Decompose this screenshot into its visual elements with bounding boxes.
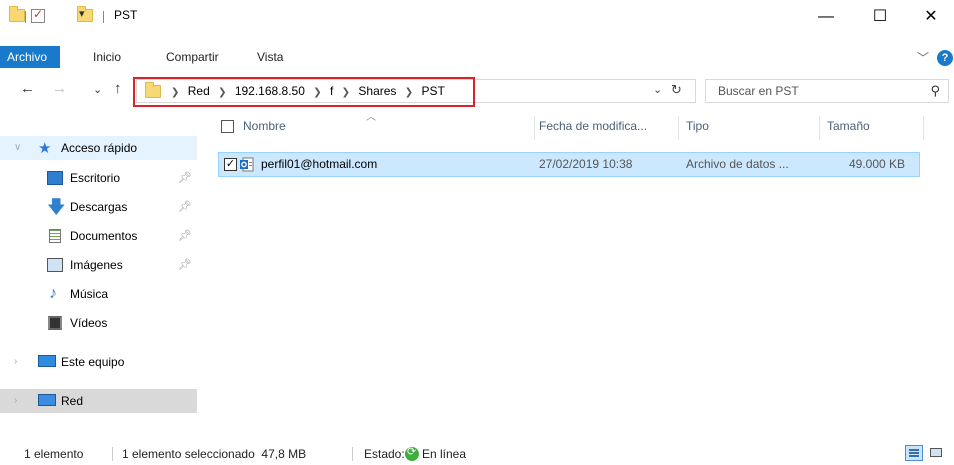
network-icon	[38, 394, 56, 406]
large-icons-view-button[interactable]	[928, 445, 946, 461]
sidebar-item-quick-access[interactable]: ∨ ★ Acceso rápido	[0, 136, 197, 160]
sidebar-label: Descargas	[70, 200, 128, 214]
sidebar-item-red[interactable]: › Red	[0, 389, 197, 413]
file-type: Archivo de datos ...	[686, 157, 789, 171]
file-date: 27/02/2019 10:38	[539, 157, 633, 171]
column-divider[interactable]	[819, 116, 820, 140]
expand-ribbon-icon[interactable]: ﹀	[917, 49, 929, 66]
sidebar-label: Escritorio	[70, 171, 121, 185]
status-label: Estado:	[364, 447, 405, 461]
sidebar-label: Imágenes	[70, 258, 123, 272]
column-type[interactable]: Tipo	[686, 119, 709, 133]
navigation-pane: ∨ ★ Acceso rápido Escritorio 📌︎ 🡇 Descar…	[0, 132, 205, 432]
sidebar-label: Este equipo	[61, 355, 125, 369]
online-status-label: En línea	[422, 447, 467, 461]
separator	[112, 447, 113, 461]
selection-info: 1 elemento seleccionado 47,8 MB	[122, 447, 307, 461]
outlook-data-file-icon	[240, 157, 254, 172]
sidebar-label: Red	[61, 394, 84, 408]
status-bar: 1 elemento 1 elemento seleccionado 47,8 …	[0, 441, 954, 465]
chevron-right-icon[interactable]: ›	[14, 350, 17, 374]
folder-icon	[9, 6, 25, 22]
select-all-checkbox[interactable]	[221, 120, 234, 133]
pin-icon[interactable]: 📌︎	[178, 166, 192, 190]
column-divider[interactable]	[534, 116, 535, 140]
search-box[interactable]: ⚲	[705, 79, 949, 103]
file-size: 49.000 KB	[849, 157, 906, 171]
video-film-icon	[48, 316, 62, 330]
minimize-button[interactable]: —	[803, 6, 849, 28]
column-size[interactable]: Tamaño	[827, 119, 870, 133]
sync-online-icon	[405, 445, 419, 461]
tab-compartir[interactable]: Compartir	[166, 46, 219, 68]
pictures-icon	[47, 258, 63, 272]
recent-locations-chevron-icon[interactable]: ⌄	[93, 83, 102, 96]
sidebar-item-descargas[interactable]: 🡇 Descargas 📌︎	[0, 195, 197, 219]
sidebar-item-imagenes[interactable]: Imágenes 📌︎	[0, 253, 197, 277]
forward-arrow-icon[interactable]: →	[52, 80, 67, 97]
chevron-right-icon[interactable]: ›	[14, 389, 17, 413]
sidebar-item-documentos[interactable]: Documentos 📌︎	[0, 224, 197, 248]
details-view-icon	[909, 449, 919, 457]
music-note-icon: ♪	[49, 285, 57, 302]
sort-up-icon: ︿	[366, 112, 376, 123]
back-arrow-icon[interactable]: ←	[20, 80, 35, 97]
pin-icon[interactable]: 📌︎	[178, 253, 192, 277]
online-status	[405, 445, 419, 461]
table-row[interactable]: ✓ perfil01@hotmail.com 27/02/2019 10:38 …	[218, 152, 920, 177]
file-name: perfil01@hotmail.com	[261, 157, 378, 171]
navigation-bar: ← → ⌄ ↑ ❯ Red ❯ 192.168.8.50 ❯ f ❯ Share…	[0, 76, 954, 107]
ribbon: Archivo Inicio Compartir Vista ﹀ ?	[0, 46, 954, 68]
column-name[interactable]: Nombre	[243, 119, 286, 133]
maximize-button[interactable]: ☐	[857, 6, 903, 28]
row-checkbox[interactable]: ✓	[224, 158, 237, 171]
refresh-icon[interactable]: ↻	[671, 82, 682, 98]
address-highlight-box	[133, 77, 475, 107]
column-date[interactable]: Fecha de modifica...	[539, 119, 647, 133]
close-button[interactable]: ✕	[908, 6, 954, 28]
window-title: PST	[114, 8, 138, 22]
separator	[25, 11, 26, 23]
properties-icon[interactable]	[31, 7, 45, 23]
tab-vista[interactable]: Vista	[257, 46, 283, 68]
computer-icon	[38, 355, 56, 367]
chevron-down-icon[interactable]: ∨	[14, 136, 21, 160]
large-icons-view-icon	[930, 448, 942, 457]
separator	[103, 11, 104, 23]
details-view-button[interactable]	[905, 445, 923, 461]
quick-access-dropdown-icon[interactable]: ▾	[79, 7, 85, 20]
column-divider[interactable]	[678, 116, 679, 140]
separator	[352, 447, 353, 461]
sidebar-label: Música	[70, 287, 109, 301]
sidebar-item-musica[interactable]: ♪ Música	[0, 282, 197, 306]
star-icon: ★	[38, 140, 52, 157]
search-icon[interactable]: ⚲	[930, 83, 940, 99]
search-input[interactable]	[706, 80, 916, 102]
sidebar-item-videos[interactable]: Vídeos	[0, 311, 197, 335]
help-icon[interactable]: ?	[937, 50, 953, 66]
sidebar-item-este-equipo[interactable]: › Este equipo	[0, 350, 197, 374]
sidebar-item-escritorio[interactable]: Escritorio 📌︎	[0, 166, 197, 190]
address-dropdown-icon[interactable]: ⌄	[653, 83, 662, 96]
desktop-icon	[47, 171, 63, 185]
tab-inicio[interactable]: Inicio	[93, 46, 121, 68]
pin-icon[interactable]: 📌︎	[178, 224, 192, 248]
item-count: 1 elemento	[24, 447, 84, 461]
sidebar-label: Acceso rápido	[61, 141, 138, 155]
column-header-row: Nombre ︿ Fecha de modifica... Tipo Tamañ…	[216, 112, 924, 142]
title-bar: ▾ PST — ☐ ✕	[0, 0, 954, 34]
sidebar-label: Vídeos	[70, 316, 108, 330]
documents-icon	[49, 229, 61, 243]
sidebar-label: Documentos	[70, 229, 138, 243]
tab-archivo[interactable]: Archivo	[0, 46, 60, 68]
download-arrow-icon: 🡇	[47, 197, 66, 217]
column-divider[interactable]	[923, 116, 924, 140]
pin-icon[interactable]: 📌︎	[178, 195, 192, 219]
up-arrow-icon[interactable]: ↑	[114, 80, 122, 97]
